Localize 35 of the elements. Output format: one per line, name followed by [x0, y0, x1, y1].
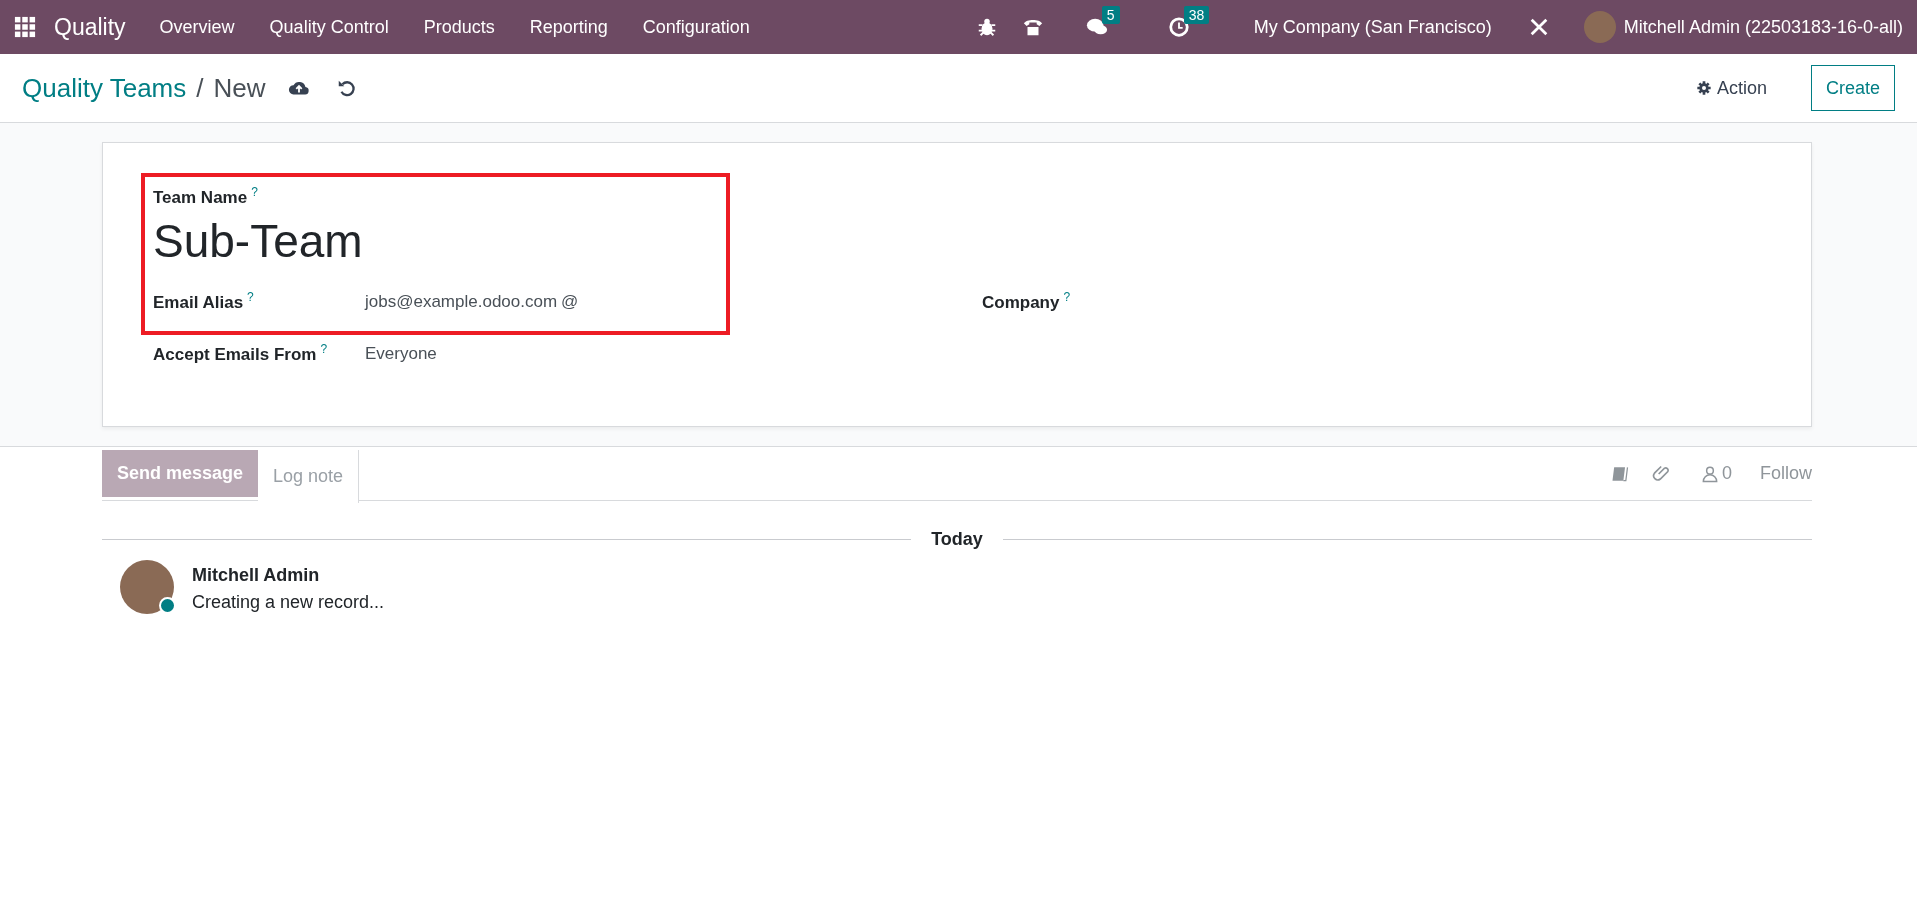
help-mark[interactable]: ? [320, 341, 328, 356]
menu-item[interactable]: Reporting [529, 16, 608, 38]
gear-icon [1695, 80, 1712, 96]
field-label: Company [982, 292, 1060, 312]
clock-icon[interactable] [1167, 16, 1190, 38]
notification-badge: 5 [1101, 6, 1120, 24]
paperclip-icon[interactable] [1651, 463, 1672, 484]
user-menu[interactable]: Mitchell Admin (22503183-16-0-all) [1623, 16, 1903, 38]
alias-domain: @ [561, 292, 579, 313]
breadcrumb-separator: / [196, 72, 204, 104]
app-name[interactable]: Quality [54, 13, 126, 41]
menu-item[interactable]: Overview [159, 16, 235, 38]
avatar [120, 560, 174, 614]
date-separator: Today [931, 529, 983, 550]
field-value[interactable]: Everyone [365, 344, 437, 365]
apps-menu-icon[interactable] [14, 16, 36, 38]
field-label: Accept Emails From [153, 344, 317, 364]
breadcrumb-link[interactable]: Quality Teams [22, 72, 187, 104]
help-mark[interactable]: ? [1063, 289, 1071, 304]
message-author: Mitchell Admin [192, 565, 321, 586]
help-mark[interactable]: ? [247, 289, 254, 304]
field-label: Email Alias [153, 292, 244, 312]
company-switcher[interactable]: My Company (San Francisco) [1253, 16, 1492, 38]
help-mark[interactable]: ? [251, 185, 258, 199]
field-label: Team Name [153, 187, 248, 207]
action-menu[interactable]: Action [1689, 76, 1773, 100]
message-text: Creating a new record... [192, 592, 385, 613]
menu-item[interactable]: Quality Control [269, 16, 389, 38]
menu-item[interactable]: Configuration [642, 16, 750, 38]
team-name-field[interactable]: Sub-Team [153, 213, 1811, 268]
notification-badge: 38 [1183, 6, 1210, 24]
field-value[interactable]: jobs@example.odoo.com [365, 292, 558, 313]
create-button[interactable]: Create [1810, 65, 1895, 111]
breadcrumb-current: New [213, 72, 266, 104]
menu-item[interactable]: Products [423, 16, 495, 38]
